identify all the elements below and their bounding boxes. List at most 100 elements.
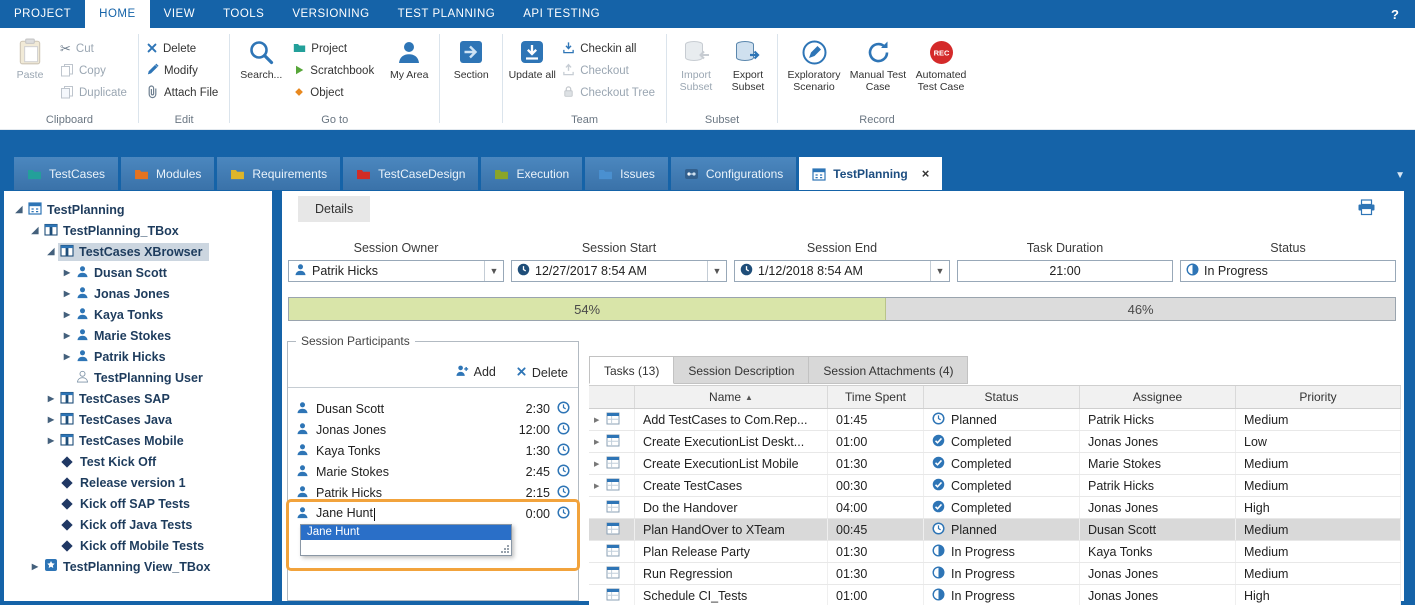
menu-tools[interactable]: TOOLS (209, 0, 278, 28)
tree-item-kick-off-sap-tests[interactable]: Kick off SAP Tests (4, 493, 272, 514)
tab-tasks[interactable]: Tasks (13) (589, 356, 674, 384)
menu-test-planning[interactable]: TEST PLANNING (384, 0, 510, 28)
collapse-icon[interactable]: ◢ (12, 204, 26, 215)
expand-icon[interactable]: ▶ (60, 289, 74, 298)
menu-home[interactable]: HOME (85, 0, 150, 28)
exploratory-scenario-button[interactable]: Exploratory Scenario (781, 32, 847, 94)
close-tab-icon[interactable]: × (922, 166, 930, 181)
tab-session-description[interactable]: Session Description (674, 356, 809, 384)
add-participant-button[interactable]: Add (455, 364, 496, 380)
tree-item-dusan-scott[interactable]: ▶Dusan Scott (4, 262, 272, 283)
participant-row[interactable]: Dusan Scott2:30 (288, 398, 578, 419)
expand-icon[interactable]: ▶ (44, 415, 58, 424)
tree-item-kick-off-java-tests[interactable]: Kick off Java Tests (4, 514, 272, 535)
tree-item-release-version-1[interactable]: Release version 1 (4, 472, 272, 493)
participant-row[interactable]: Patrik Hicks2:15 (288, 482, 578, 503)
tree-item-test-kick-off[interactable]: Test Kick Off (4, 451, 272, 472)
task-row[interactable]: ▶ Plan Release Party 01:30 In Progress K… (589, 541, 1401, 563)
task-row[interactable]: ▶ Create ExecutionList Deskt... 01:00 Co… (589, 431, 1401, 453)
menu-project[interactable]: PROJECT (0, 0, 85, 28)
tree-item-testplanning-view-tbox[interactable]: ▶TestPlanning View_TBox (4, 556, 272, 577)
suggestion-item[interactable]: Jane Hunt (301, 525, 511, 540)
goto-object-button[interactable]: Object (289, 82, 382, 104)
column-header-priority[interactable]: Priority (1236, 386, 1401, 408)
expand-icon[interactable]: ▶ (44, 394, 58, 403)
session-end-select[interactable]: 1/12/2018 8:54 AM ▼ (734, 260, 950, 282)
cut-button[interactable]: ✂Cut (56, 38, 135, 60)
expand-icon[interactable]: ▶ (60, 268, 74, 277)
attach-file-button[interactable]: Attach File (142, 82, 226, 104)
task-row[interactable]: ▶ Schedule CI_Tests 01:00 In Progress Jo… (589, 585, 1401, 605)
my-area-button[interactable]: My Area (382, 32, 436, 81)
tree-item-patrik-hicks[interactable]: ▶Patrik Hicks (4, 346, 272, 367)
participant-row[interactable]: Kaya Tonks1:30 (288, 440, 578, 461)
tab-execution[interactable]: Execution (481, 157, 582, 190)
collapse-icon[interactable]: ◢ (28, 225, 42, 236)
tree-item-jonas-jones[interactable]: ▶Jonas Jones (4, 283, 272, 304)
column-header-status[interactable]: Status (924, 386, 1080, 408)
task-row[interactable]: ▶ Run Regression 01:30 In Progress Jonas… (589, 563, 1401, 585)
session-owner-select[interactable]: Patrik Hicks ▼ (288, 260, 504, 282)
tree-item-testcases-sap[interactable]: ▶TestCases SAP (4, 388, 272, 409)
expand-icon[interactable]: ▶ (594, 482, 602, 490)
task-row[interactable]: ▶ Create ExecutionList Mobile 01:30 Comp… (589, 453, 1401, 475)
column-header-name[interactable]: Name▲ (635, 386, 828, 408)
column-header-assignee[interactable]: Assignee (1080, 386, 1236, 408)
chevron-down-icon[interactable]: ▼ (707, 261, 726, 281)
tree-item-testplanning-tbox[interactable]: ◢TestPlanning_TBox (4, 220, 272, 241)
participant-name-edit[interactable]: Jane Hunt (316, 506, 526, 520)
session-start-select[interactable]: 12/27/2017 8:54 AM ▼ (511, 260, 727, 282)
update-all-button[interactable]: Update all (506, 32, 558, 81)
task-row-selected[interactable]: ▶ Plan HandOver to XTeam 00:45 Planned D… (589, 519, 1401, 541)
menu-view[interactable]: VIEW (150, 0, 209, 28)
search-button[interactable]: Search... (233, 32, 289, 81)
delete-button[interactable]: Delete (142, 38, 226, 60)
tree-item-marie-stokes[interactable]: ▶Marie Stokes (4, 325, 272, 346)
expand-icon[interactable]: ▶ (594, 438, 602, 446)
tab-modules[interactable]: Modules (121, 157, 214, 190)
paste-button[interactable]: Paste (4, 32, 56, 81)
expand-icon[interactable]: ▶ (60, 331, 74, 340)
automated-test-case-button[interactable]: REC Automated Test Case (909, 32, 973, 94)
participant-row[interactable]: Jonas Jones12:00 (288, 419, 578, 440)
expand-icon[interactable]: ▶ (594, 416, 602, 424)
print-icon[interactable] (1357, 199, 1376, 221)
resize-grip-icon[interactable] (500, 544, 510, 554)
tab-details[interactable]: Details (298, 196, 370, 222)
import-subset-button[interactable]: Import Subset (670, 32, 722, 94)
menu-versioning[interactable]: VERSIONING (278, 0, 383, 28)
modify-button[interactable]: Modify (142, 60, 226, 82)
participant-row[interactable]: Marie Stokes2:45 (288, 461, 578, 482)
checkout-tree-button[interactable]: Checkout Tree (558, 82, 663, 104)
expand-icon[interactable]: ▶ (594, 460, 602, 468)
tab-testcases[interactable]: TestCases (14, 157, 118, 190)
task-row[interactable]: ▶ Create TestCases 00:30 Completed Patri… (589, 475, 1401, 497)
chevron-down-icon[interactable]: ▼ (484, 261, 503, 281)
tree-item-testcases-xbrowser[interactable]: ◢TestCases XBrowser (4, 241, 272, 262)
chevron-down-icon[interactable]: ▼ (930, 261, 949, 281)
tree-item-testplanning-user[interactable]: TestPlanning User (4, 367, 272, 388)
tree-item-testcases-mobile[interactable]: ▶TestCases Mobile (4, 430, 272, 451)
help-button[interactable]: ? (1375, 0, 1415, 28)
delete-participant-button[interactable]: Delete (516, 366, 568, 380)
status-field[interactable]: In Progress (1180, 260, 1396, 282)
tab-overflow-button[interactable]: ▼ (1395, 170, 1405, 181)
tree-item-kick-off-mobile-tests[interactable]: Kick off Mobile Tests (4, 535, 272, 556)
export-subset-button[interactable]: Export Subset (722, 32, 774, 94)
column-header-time-spent[interactable]: Time Spent (828, 386, 924, 408)
tab-requirements[interactable]: Requirements (217, 157, 340, 190)
tab-testplanning[interactable]: TestPlanning × (799, 157, 942, 190)
checkin-all-button[interactable]: Checkin all (558, 38, 663, 60)
tree-item-kaya-tonks[interactable]: ▶Kaya Tonks (4, 304, 272, 325)
expand-icon[interactable]: ▶ (28, 562, 42, 571)
section-button[interactable]: Section (443, 32, 499, 81)
expand-icon[interactable]: ▶ (60, 310, 74, 319)
tree-item-testcases-java[interactable]: ▶TestCases Java (4, 409, 272, 430)
task-row[interactable]: ▶ Do the Handover 04:00 Completed Jonas … (589, 497, 1401, 519)
goto-project-button[interactable]: Project (289, 38, 382, 60)
menu-api-testing[interactable]: API TESTING (509, 0, 614, 28)
expand-icon[interactable]: ▶ (44, 436, 58, 445)
participant-row-editing[interactable]: Jane Hunt0:00 (288, 503, 578, 524)
tree-item-testplanning[interactable]: ◢TestPlanning (4, 199, 272, 220)
tab-testcasedesign[interactable]: TestCaseDesign (343, 157, 478, 190)
